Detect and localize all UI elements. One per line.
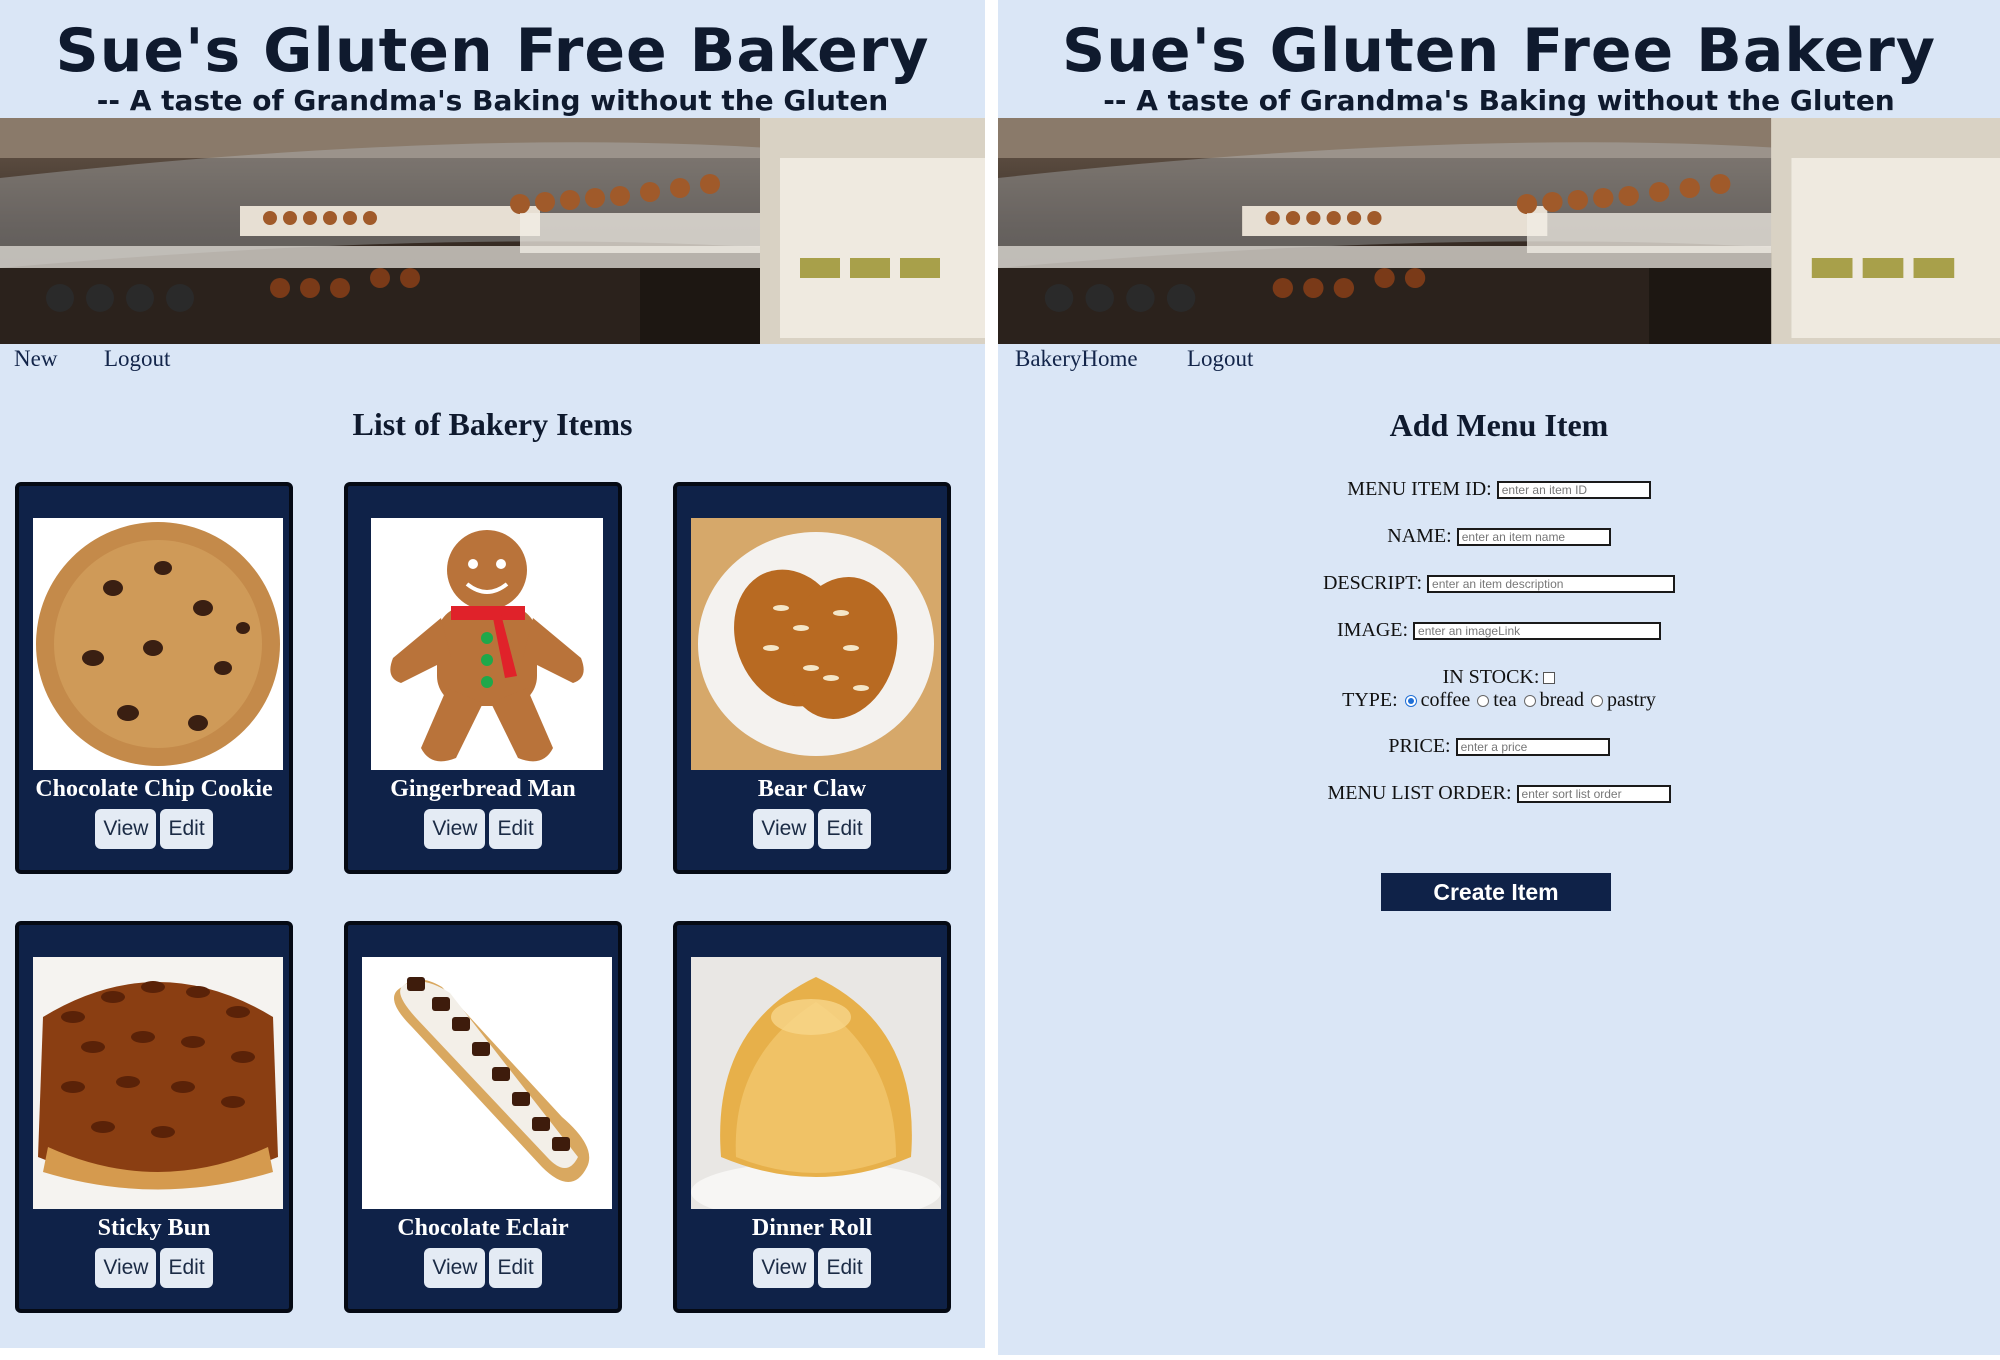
item-name: Chocolate Chip Cookie <box>35 776 273 802</box>
description-input[interactable] <box>1427 575 1676 594</box>
image-label: IMAGE: <box>1336 619 1409 641</box>
type-radio-bread[interactable] <box>1523 695 1536 708</box>
menu-list-order-label: MENU LIST ORDER: <box>1327 782 1512 804</box>
type-radio-coffee[interactable] <box>1404 695 1417 708</box>
type-radio-pastry[interactable] <box>1591 695 1603 708</box>
type-label: TYPE: <box>1342 689 1398 711</box>
nav-logout-link[interactable]: Logout <box>1187 346 1253 372</box>
menu-item-id-label: MENU ITEM ID: <box>1347 478 1492 500</box>
bakery-item-card: Bear Claw View Edit <box>673 482 951 874</box>
view-button[interactable]: View <box>753 1248 815 1288</box>
in-stock-checkbox[interactable] <box>1543 672 1556 685</box>
menu-item-id-input[interactable] <box>1496 481 1651 500</box>
bear-claw-image <box>691 518 941 770</box>
nav-bakery-home-link[interactable]: BakeryHome <box>1015 346 1138 372</box>
type-option-label: bread <box>1539 689 1584 711</box>
bakery-item-card: Sticky Bun View Edit <box>15 921 293 1313</box>
create-item-button[interactable]: Create Item <box>1381 873 1611 911</box>
description-row: DESCRIPT: <box>998 572 2000 595</box>
price-label: PRICE: <box>1388 735 1451 757</box>
type-option-label: tea <box>1493 689 1517 711</box>
page-title: Add Menu Item <box>1389 407 1609 443</box>
chocolate-eclair-image <box>362 957 612 1209</box>
nav-new-link[interactable]: New <box>14 346 57 372</box>
edit-button[interactable]: Edit <box>160 1248 213 1288</box>
item-name: Bear Claw <box>757 776 867 802</box>
item-name: Sticky Bun <box>97 1215 211 1241</box>
image-link-input[interactable] <box>1413 622 1662 641</box>
site-title: Sue's Gluten Free Bakery <box>1061 16 1937 86</box>
price-row: PRICE: <box>998 735 2000 758</box>
name-input[interactable] <box>1456 528 1611 547</box>
pane-divider <box>985 0 998 1360</box>
item-name: Gingerbread Man <box>390 776 576 802</box>
type-option-label: coffee <box>1420 689 1471 711</box>
bakery-item-card: Gingerbread Man View Edit <box>344 482 622 874</box>
gingerbread-man-image <box>371 518 603 770</box>
view-button[interactable]: View <box>95 809 157 849</box>
description-label: DESCRIPT: <box>1322 572 1423 594</box>
edit-button[interactable]: Edit <box>818 1248 871 1288</box>
nav-logout-link[interactable]: Logout <box>104 346 170 372</box>
type-radio-tea[interactable] <box>1477 695 1490 708</box>
view-button[interactable]: View <box>753 809 815 849</box>
in-stock-row: IN STOCK: <box>998 666 2000 689</box>
in-stock-label: IN STOCK: <box>1442 666 1540 688</box>
item-name: Dinner Roll <box>751 1215 873 1241</box>
view-button[interactable]: View <box>424 809 486 849</box>
edit-button[interactable]: Edit <box>818 809 871 849</box>
image-row: IMAGE: <box>998 619 2000 642</box>
dinner-roll-image <box>691 957 941 1209</box>
bakery-banner-image <box>0 118 985 344</box>
bakery-list-page: Sue's Gluten Free Bakery -- A taste of G… <box>0 0 985 1348</box>
edit-button[interactable]: Edit <box>160 809 213 849</box>
name-row: NAME: <box>998 525 2000 548</box>
view-button[interactable]: View <box>95 1248 157 1288</box>
menu-list-order-input[interactable] <box>1516 785 1671 804</box>
view-button[interactable]: View <box>424 1248 486 1288</box>
bakery-banner-image <box>998 118 2000 344</box>
item-name: Chocolate Eclair <box>397 1215 569 1241</box>
price-input[interactable] <box>1455 738 1610 757</box>
type-option-label: pastry <box>1607 689 1656 711</box>
page-title: List of Bakery Items <box>352 406 633 442</box>
edit-button[interactable]: Edit <box>489 1248 542 1288</box>
bakery-item-card: Dinner Roll View Edit <box>673 921 951 1313</box>
name-label: NAME: <box>1387 525 1452 547</box>
bakery-item-card: Chocolate Chip Cookie View Edit <box>15 482 293 874</box>
add-menu-item-page: Sue's Gluten Free Bakery -- A taste of G… <box>998 0 2000 1355</box>
sticky-bun-image <box>33 957 283 1209</box>
type-row: TYPE: coffee tea bread pastry <box>998 689 2000 712</box>
edit-button[interactable]: Edit <box>489 809 542 849</box>
menu-item-id-row: MENU ITEM ID: <box>998 478 2000 501</box>
menu-list-order-row: MENU LIST ORDER: <box>998 782 2000 805</box>
chocolate-chip-cookie-image <box>33 518 283 770</box>
site-subtitle: -- A taste of Grandma's Baking without t… <box>1103 84 1895 117</box>
site-subtitle: -- A taste of Grandma's Baking without t… <box>96 84 889 117</box>
site-title: Sue's Gluten Free Bakery <box>55 16 930 86</box>
bakery-item-card: Chocolate Eclair View Edit <box>344 921 622 1313</box>
